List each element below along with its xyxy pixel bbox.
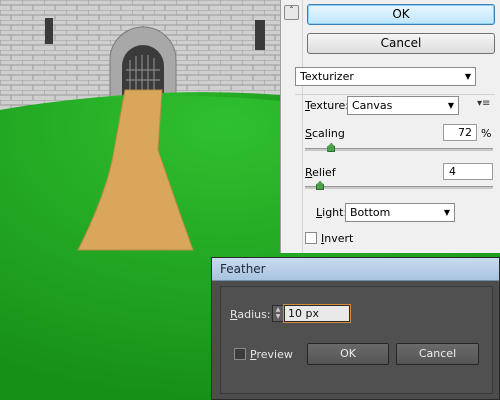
scaling-input[interactable]: 72 xyxy=(443,124,477,141)
chevron-down-icon: ▼ xyxy=(447,101,454,110)
preview-checkbox[interactable] xyxy=(234,348,246,360)
chevron-down-icon: ▼ xyxy=(464,72,471,81)
texture-select-value: Canvas xyxy=(352,99,393,112)
texturizer-panel: ˆ OK Cancel Texturizer ▼ Texture: Canvas… xyxy=(280,0,500,253)
light-select-value: Bottom xyxy=(350,206,391,219)
relief-label: Relief xyxy=(305,166,336,179)
radius-stepper[interactable]: ▲ ▼ xyxy=(272,305,284,322)
texture-menu-icon[interactable]: ▾≡ xyxy=(477,98,490,109)
filter-select[interactable]: Texturizer ▼ xyxy=(295,67,476,86)
preview-label: Preview xyxy=(250,348,293,361)
invert-label: Invert xyxy=(321,232,354,245)
scaling-label: Scaling xyxy=(305,127,345,140)
scaling-unit: % xyxy=(481,127,492,140)
relief-slider-track[interactable] xyxy=(305,186,493,189)
panel-side-strip: ˆ xyxy=(281,0,303,253)
chevron-down-icon: ▼ xyxy=(443,208,450,217)
feather-ok-button[interactable]: OK xyxy=(307,343,389,365)
ok-button[interactable]: OK xyxy=(307,4,495,25)
filter-select-value: Texturizer xyxy=(300,70,354,83)
collapse-chevron-icon[interactable]: ˆ xyxy=(284,5,299,20)
radius-input[interactable]: 10 px xyxy=(284,305,350,322)
dialog-body xyxy=(220,286,493,394)
texture-label: Texture: xyxy=(305,99,349,112)
light-label: Light: xyxy=(316,206,348,219)
cancel-button[interactable]: Cancel xyxy=(307,33,495,54)
dialog-title[interactable]: Feather xyxy=(212,258,499,281)
light-select[interactable]: Bottom ▼ xyxy=(345,203,455,222)
relief-slider-thumb[interactable] xyxy=(316,181,325,190)
feather-cancel-button[interactable]: Cancel xyxy=(396,343,479,365)
radius-label: Radius: xyxy=(230,308,271,321)
scaling-slider-thumb[interactable] xyxy=(327,143,336,152)
invert-checkbox[interactable] xyxy=(305,232,317,244)
texture-select[interactable]: Canvas ▼ xyxy=(347,96,459,115)
group-divider xyxy=(295,94,495,95)
relief-input[interactable]: 4 xyxy=(443,163,493,180)
feather-dialog: Feather Radius: ▲ ▼ 10 px Preview OK Canc… xyxy=(211,257,500,400)
